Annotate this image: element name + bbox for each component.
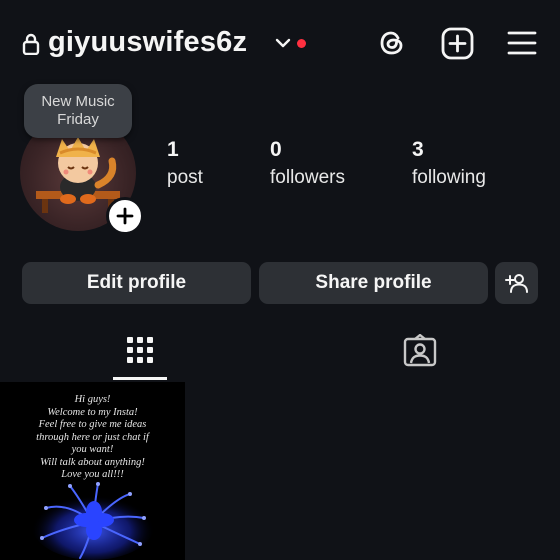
note-text-line: Friday: [57, 111, 99, 128]
following-label: following: [412, 167, 486, 188]
post-text-line: Welcome to my Insta!: [47, 406, 138, 418]
post-text-line: Hi guys!: [74, 394, 111, 405]
post-text-line: Feel free to give me ideas: [38, 419, 147, 430]
share-profile-button[interactable]: Share profile: [259, 262, 488, 304]
active-tab-indicator: [113, 377, 167, 380]
followers-count[interactable]: 0 followers: [270, 138, 345, 189]
following-count[interactable]: 3 following: [412, 138, 486, 189]
profile-tabs: [0, 322, 560, 382]
following-number: 3: [412, 138, 424, 161]
lock-icon: [22, 33, 40, 55]
edit-profile-button[interactable]: Edit profile: [22, 262, 251, 304]
chevron-down-icon[interactable]: [275, 37, 291, 49]
post-text-line: Will talk about anything!: [40, 456, 145, 468]
threads-icon[interactable]: [376, 27, 408, 59]
posts-label: post: [167, 167, 203, 188]
plus-icon: [116, 207, 134, 225]
followers-label: followers: [270, 167, 345, 188]
top-bar: giyuuswifes6z: [0, 0, 560, 90]
posts-count[interactable]: 1 post: [167, 138, 203, 189]
followers-number: 0: [270, 138, 282, 161]
post-caption-image-text: Hi guys! Welcome to my Insta! Feel free …: [0, 394, 185, 482]
add-story-button[interactable]: [106, 197, 144, 235]
create-post-icon[interactable]: [441, 27, 474, 60]
tab-posts-grid[interactable]: [113, 322, 167, 380]
posts-number: 1: [167, 138, 179, 161]
menu-icon[interactable]: [507, 30, 537, 56]
grid-icon: [127, 337, 153, 363]
blue-flower-image: [31, 482, 155, 560]
post-text-line: you want!: [71, 444, 114, 455]
add-person-icon: [504, 274, 528, 293]
discover-people-button[interactable]: [495, 262, 538, 304]
account-username[interactable]: giyuuswifes6z: [48, 26, 247, 59]
note-bubble[interactable]: New Music Friday: [24, 84, 132, 138]
notification-dot: [297, 39, 306, 48]
post-thumbnail[interactable]: Hi guys! Welcome to my Insta! Feel free …: [0, 382, 185, 560]
note-text-line: New Music: [41, 93, 115, 110]
post-text-line: through here or just chat if: [36, 431, 149, 443]
tagged-icon[interactable]: [401, 334, 439, 368]
